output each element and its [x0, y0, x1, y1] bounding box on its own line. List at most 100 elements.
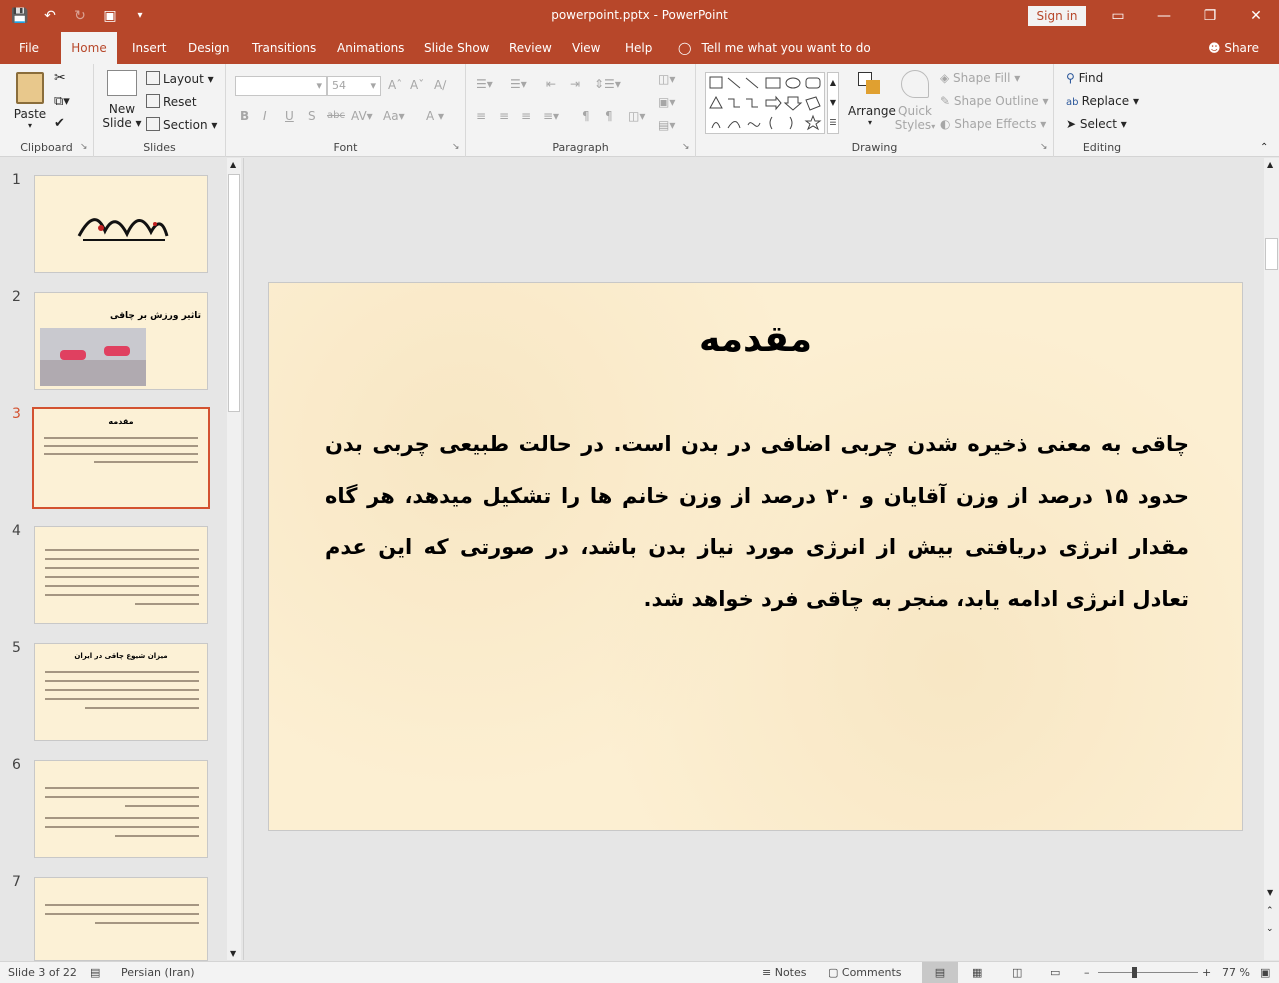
- normal-view-button[interactable]: ▤: [922, 962, 958, 983]
- align-right-icon[interactable]: ≡: [521, 109, 531, 123]
- shape-outline-button[interactable]: ✎ Shape Outline ▾: [940, 94, 1049, 108]
- dialog-launcher-icon[interactable]: ↘: [1040, 142, 1048, 152]
- font-name-combo[interactable]: ▾: [235, 76, 327, 96]
- zoom-slider-thumb[interactable]: [1132, 967, 1137, 978]
- ribbon-display-options-icon[interactable]: ▭: [1095, 0, 1141, 32]
- scroll-down-icon[interactable]: ▼: [1267, 888, 1273, 897]
- slide-thumbnail[interactable]: تاثیر ورزش بر چاقی: [34, 292, 208, 390]
- comments-button[interactable]: ▢ Comments: [828, 966, 902, 979]
- slide-thumbnail[interactable]: [34, 175, 208, 273]
- slide-thumbnail[interactable]: [34, 760, 208, 858]
- scroll-up-icon[interactable]: ▲: [1267, 160, 1273, 169]
- close-icon[interactable]: ✕: [1233, 0, 1279, 32]
- italic-icon[interactable]: I: [263, 109, 267, 123]
- scroll-down-icon[interactable]: ▼: [230, 949, 236, 958]
- scroll-thumb[interactable]: [1265, 238, 1278, 270]
- sign-in-button[interactable]: Sign in: [1028, 6, 1086, 26]
- slide-sorter-icon[interactable]: ▦: [972, 966, 982, 979]
- align-center-icon[interactable]: ≡: [499, 109, 509, 123]
- line-spacing-icon[interactable]: ⇕☰▾: [594, 77, 621, 91]
- tell-me-search[interactable]: ◯ Tell me what you want to do: [678, 32, 871, 64]
- align-left-icon[interactable]: ≡: [476, 109, 486, 123]
- slide-body-text[interactable]: چاقی به معنی ذخیره شدن چربی اضافی در بدن…: [325, 419, 1189, 625]
- language-indicator[interactable]: Persian (Iran): [121, 966, 195, 979]
- thumbnail-scrollbar[interactable]: ▲ ▼: [227, 158, 241, 960]
- editor-scrollbar[interactable]: ▲ ▼ ⌃ ⌄: [1264, 158, 1279, 960]
- tab-file[interactable]: File: [10, 32, 48, 64]
- tab-help[interactable]: Help: [625, 32, 652, 64]
- shape-effects-button[interactable]: ◐ Shape Effects ▾: [940, 117, 1046, 131]
- tab-design[interactable]: Design: [188, 32, 229, 64]
- previous-slide-icon[interactable]: ⌃: [1266, 906, 1274, 916]
- collapse-ribbon-icon[interactable]: ⌃: [1260, 142, 1268, 153]
- next-slide-icon[interactable]: ⌄: [1266, 924, 1274, 934]
- restore-icon[interactable]: ❐: [1187, 0, 1233, 32]
- shapes-scroll[interactable]: ▲ ▼ ☰: [827, 72, 839, 134]
- tab-view[interactable]: View: [572, 32, 600, 64]
- tab-insert[interactable]: Insert: [132, 32, 166, 64]
- new-slide-button[interactable]: New Slide ▾: [102, 70, 142, 130]
- dialog-launcher-icon[interactable]: ↘: [452, 142, 460, 152]
- tab-slide-show[interactable]: Slide Show: [424, 32, 489, 64]
- minimize-icon[interactable]: —: [1141, 0, 1187, 32]
- reading-view-icon[interactable]: ◫: [1012, 966, 1022, 979]
- slide-thumbnail-selected[interactable]: مقدمه: [32, 407, 210, 509]
- notes-button[interactable]: ≡ Notes: [762, 966, 807, 979]
- decrease-indent-icon[interactable]: ⇤: [546, 77, 556, 91]
- font-color-icon[interactable]: A ▾: [426, 109, 444, 123]
- right-to-left-icon[interactable]: ¶: [605, 109, 613, 123]
- spellcheck-icon[interactable]: ▤: [90, 966, 100, 979]
- font-size-combo[interactable]: 54 ▾: [327, 76, 381, 96]
- find-button[interactable]: ⚲ Find: [1066, 71, 1103, 85]
- fit-to-window-icon[interactable]: ▣: [1260, 966, 1270, 979]
- tab-animations[interactable]: Animations: [337, 32, 404, 64]
- text-direction-icon[interactable]: ▣▾: [658, 95, 675, 109]
- paste-button[interactable]: Paste ▾: [12, 70, 48, 140]
- dialog-launcher-icon[interactable]: ↘: [80, 142, 88, 152]
- convert-smartart-icon[interactable]: ◫▾: [628, 109, 645, 123]
- slide-title[interactable]: مقدمه: [269, 319, 1242, 360]
- shapes-gallery[interactable]: [705, 72, 825, 134]
- decrease-font-icon[interactable]: Aˇ: [410, 78, 424, 92]
- tab-transitions[interactable]: Transitions: [252, 32, 316, 64]
- dialog-launcher-icon[interactable]: ↘: [682, 142, 690, 152]
- increase-font-icon[interactable]: Aˆ: [388, 78, 402, 92]
- tab-review[interactable]: Review: [509, 32, 552, 64]
- underline-icon[interactable]: U: [285, 109, 294, 123]
- slide-thumbnail[interactable]: [34, 877, 208, 961]
- scroll-up-icon[interactable]: ▲: [230, 160, 236, 169]
- copy-icon[interactable]: ⧉▾: [54, 94, 70, 109]
- share-button[interactable]: ☻ Share: [1208, 32, 1259, 64]
- select-button[interactable]: ➤ Select ▾: [1066, 117, 1127, 131]
- increase-indent-icon[interactable]: ⇥: [570, 77, 580, 91]
- section-button[interactable]: Section ▾: [146, 117, 217, 132]
- columns-icon[interactable]: ◫▾: [658, 72, 675, 86]
- layout-button[interactable]: Layout ▾: [146, 71, 214, 86]
- quick-styles-button[interactable]: Quick Styles▾: [894, 70, 936, 132]
- scroll-thumb[interactable]: [228, 174, 240, 412]
- character-spacing-icon[interactable]: AV▾: [351, 109, 373, 123]
- numbering-icon[interactable]: ☰▾: [510, 77, 527, 91]
- zoom-in-icon[interactable]: +: [1202, 966, 1211, 979]
- tab-home[interactable]: Home: [61, 32, 117, 64]
- bold-icon[interactable]: B: [240, 109, 249, 123]
- zoom-level[interactable]: 77 %: [1222, 966, 1250, 979]
- reset-button[interactable]: Reset: [146, 94, 197, 109]
- shape-fill-button[interactable]: ◈ Shape Fill ▾: [940, 71, 1020, 85]
- justify-icon[interactable]: ≡▾: [543, 109, 559, 123]
- cut-icon[interactable]: ✂: [54, 70, 66, 86]
- slide-thumbnail[interactable]: میزان شیوع چاقی در ایران: [34, 643, 208, 741]
- replace-button[interactable]: ab Replace ▾: [1066, 94, 1139, 108]
- shadow-icon[interactable]: S: [308, 109, 316, 123]
- strikethrough-icon[interactable]: abc: [327, 110, 345, 121]
- clear-formatting-icon[interactable]: A∕: [434, 78, 446, 92]
- change-case-icon[interactable]: Aa▾: [383, 109, 405, 123]
- zoom-slider[interactable]: [1098, 972, 1198, 973]
- bullets-icon[interactable]: ☰▾: [476, 77, 493, 91]
- left-to-right-icon[interactable]: ¶: [582, 109, 590, 123]
- format-painter-icon[interactable]: ✔: [54, 116, 65, 131]
- current-slide[interactable]: مقدمه چاقی به معنی ذخیره شدن چربی اضافی …: [268, 282, 1243, 831]
- align-text-icon[interactable]: ▤▾: [658, 118, 675, 132]
- slide-thumbnail[interactable]: [34, 526, 208, 624]
- zoom-out-icon[interactable]: –: [1084, 966, 1090, 979]
